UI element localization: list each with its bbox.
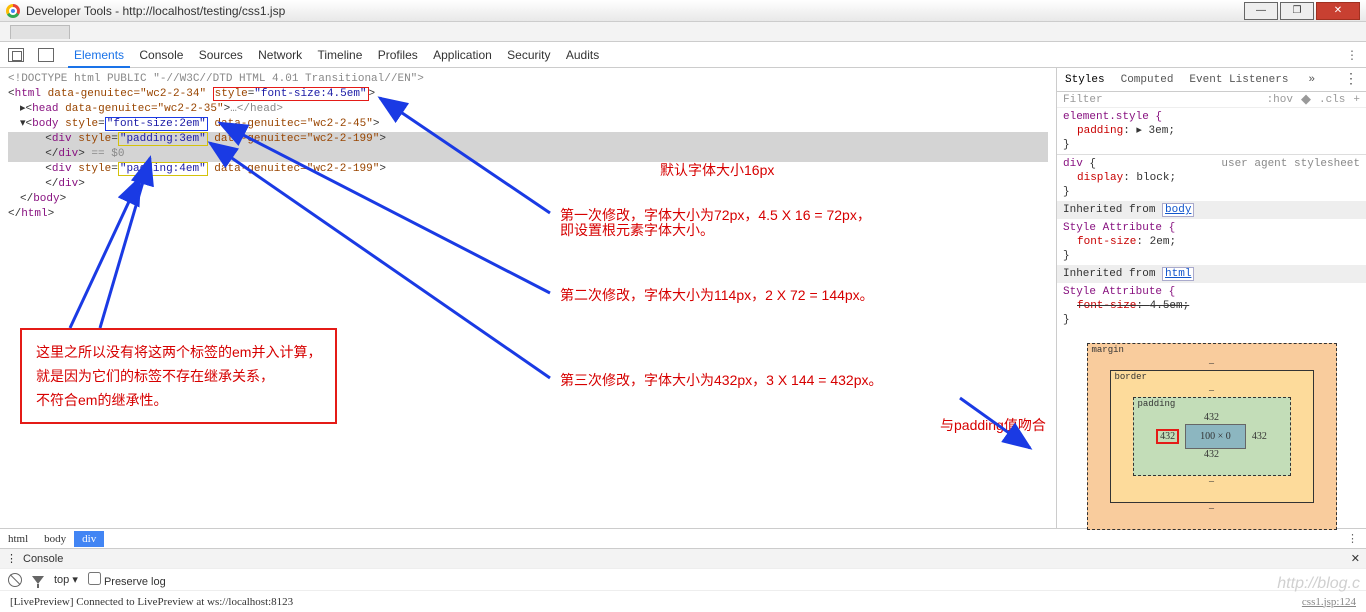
- annot-first: 第一次修改，字体大小为72px，4.5 X 16 = 72px，即设置根元素字体…: [560, 208, 871, 238]
- doctype-line: <!DOCTYPE html PUBLIC "-//W3C//DTD HTML …: [8, 72, 1048, 87]
- body-open[interactable]: ▾<body style="font-size:2em" data-genuit…: [8, 117, 1048, 132]
- annot-third: 第三次修改，字体大小为432px，3 X 144 = 432px。: [560, 373, 883, 388]
- cls-pill[interactable]: .cls: [1319, 94, 1345, 106]
- close-button[interactable]: ✕: [1316, 2, 1360, 20]
- tab-application[interactable]: Application: [427, 44, 498, 66]
- tab-sources[interactable]: Sources: [193, 44, 249, 66]
- styles-panel: Styles Computed Event Listeners » ⋮ Filt…: [1056, 68, 1366, 528]
- hov-pill[interactable]: :hov: [1267, 94, 1293, 106]
- div1-open[interactable]: <div style="padding:3em" data-genuitec="…: [8, 132, 1048, 147]
- subtab-listeners[interactable]: Event Listeners: [1185, 71, 1292, 89]
- tab-console[interactable]: Console: [133, 44, 189, 66]
- console-toolbar: top ▾ Preserve log: [0, 568, 1366, 590]
- clear-console-icon[interactable]: [8, 573, 22, 587]
- tab-security[interactable]: Security: [501, 44, 556, 66]
- div2-close[interactable]: </div>: [8, 177, 1048, 192]
- console-close-icon[interactable]: ✕: [1351, 552, 1360, 565]
- breadcrumb-menu-icon[interactable]: ⋮: [1339, 530, 1366, 547]
- minimize-button[interactable]: —: [1244, 2, 1278, 20]
- tab-elements[interactable]: Elements: [68, 44, 130, 68]
- tab-profiles[interactable]: Profiles: [372, 44, 424, 66]
- annot-padding: 与padding值吻合: [940, 418, 1046, 433]
- breadcrumb: html body div ⋮: [0, 528, 1366, 548]
- filter-input[interactable]: Filter: [1063, 94, 1103, 106]
- crumb-div[interactable]: div: [74, 531, 104, 547]
- tab-stub[interactable]: [10, 25, 70, 39]
- device-icon[interactable]: [38, 48, 54, 62]
- preserve-log-checkbox[interactable]: Preserve log: [88, 572, 166, 588]
- console-toggle-icon[interactable]: ⋮: [6, 552, 17, 565]
- console-drawer-header[interactable]: ⋮ Console ✕: [0, 548, 1366, 568]
- inspect-icon[interactable]: [8, 48, 24, 62]
- styles-subtabs: Styles Computed Event Listeners » ⋮: [1057, 68, 1366, 92]
- tab-audits[interactable]: Audits: [560, 44, 605, 66]
- browser-tabbar: [0, 22, 1366, 42]
- panel-tabs: Elements Console Sources Network Timelin…: [68, 48, 605, 62]
- maximize-button[interactable]: ❐: [1280, 2, 1314, 20]
- window-titlebar: Developer Tools - http://localhost/testi…: [0, 0, 1366, 22]
- style-rules[interactable]: element.style { padding: ▸ 3em; } div { …: [1057, 108, 1366, 329]
- tab-network[interactable]: Network: [252, 44, 308, 66]
- div2-open[interactable]: <div style="padding:4em" data-genuitec="…: [8, 162, 1048, 177]
- html-open[interactable]: <html data-genuitec="wc2-2-34" style="fo…: [8, 87, 1048, 102]
- filter-icon[interactable]: [32, 576, 44, 584]
- elements-panel[interactable]: <!DOCTYPE html PUBLIC "-//W3C//DTD HTML …: [0, 68, 1056, 528]
- console-label: Console: [23, 553, 63, 565]
- styles-menu-icon[interactable]: ⋮: [1340, 68, 1362, 91]
- box-model: margin – border – padding 432 432 100 × …: [1087, 343, 1337, 530]
- devtools-toolbar: Elements Console Sources Network Timelin…: [0, 42, 1366, 68]
- annot-default: 默认字体大小16px: [660, 163, 774, 178]
- filter-row: Filter :hov ◆ .cls +: [1057, 92, 1366, 108]
- window-controls: — ❐ ✕: [1244, 2, 1360, 20]
- subtab-styles[interactable]: Styles: [1061, 71, 1109, 89]
- annot-box: 这里之所以没有将这两个标签的em并入计算， 就是因为它们的标签不存在继承关系， …: [20, 328, 337, 424]
- div1-close[interactable]: </div> == $0: [8, 147, 1048, 162]
- context-select[interactable]: top ▾: [54, 573, 78, 586]
- subtab-computed[interactable]: Computed: [1117, 71, 1178, 89]
- annot-second: 第二次修改，字体大小为114px，2 X 72 = 144px。: [560, 288, 874, 303]
- more-tabs-icon[interactable]: »: [1304, 71, 1319, 89]
- crumb-html[interactable]: html: [0, 531, 36, 547]
- html-close[interactable]: </html>: [8, 207, 1048, 222]
- console-message: [LivePreview] Connected to LivePreview a…: [0, 590, 1366, 612]
- source-link[interactable]: css1.jsp:124: [1302, 596, 1356, 608]
- window-title: Developer Tools - http://localhost/testi…: [26, 4, 285, 18]
- head-line[interactable]: ▸<head data-genuitec="wc2-2-35">…</head>: [8, 102, 1048, 117]
- body-close[interactable]: </body>: [8, 192, 1048, 207]
- more-icon[interactable]: ⋮: [1346, 48, 1358, 62]
- crumb-body[interactable]: body: [36, 531, 74, 547]
- chrome-icon: [6, 4, 20, 18]
- tab-timeline[interactable]: Timeline: [311, 44, 368, 66]
- add-rule-button[interactable]: +: [1353, 94, 1360, 106]
- main-pane: <!DOCTYPE html PUBLIC "-//W3C//DTD HTML …: [0, 68, 1366, 528]
